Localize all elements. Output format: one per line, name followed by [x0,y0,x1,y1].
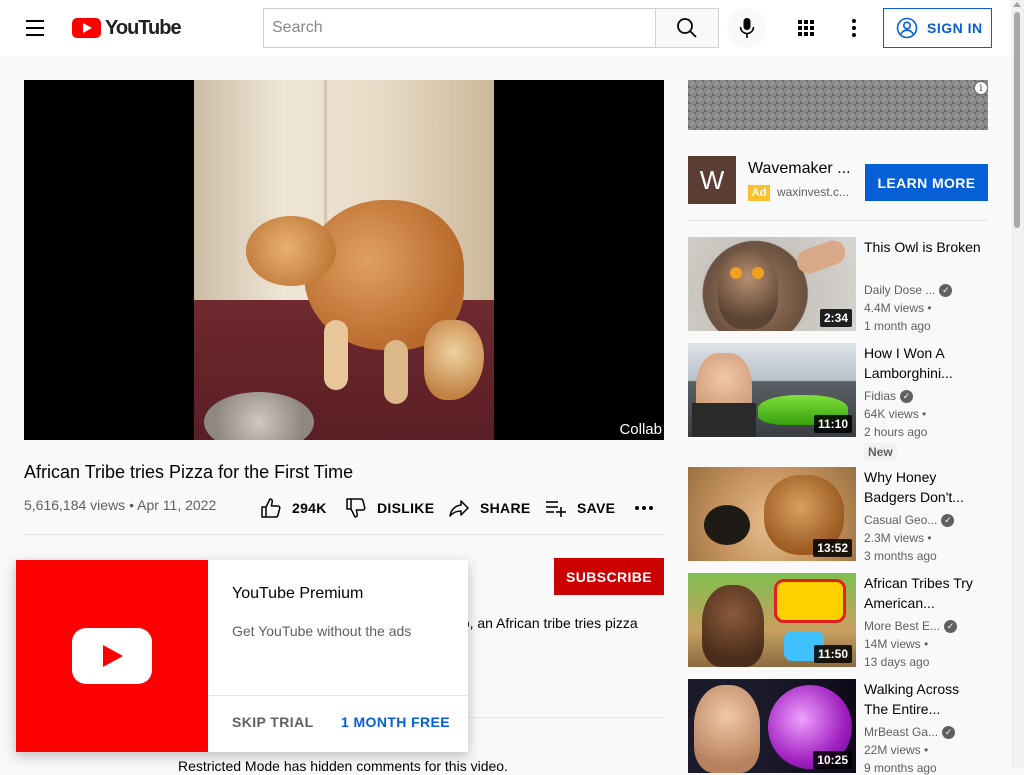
ad-badge: Ad [748,185,770,201]
video-thumbnail[interactable]: 11:50 [688,573,856,667]
video-duration: 10:25 [813,751,852,769]
video-player[interactable]: Collab [24,80,664,440]
video-title[interactable]: Walking Across The Entire... [864,679,984,719]
recommended-video[interactable]: 11:10 How I Won A Lamborghini... Fidias ✓… [688,343,988,461]
advertiser-name: Wavemaker ... [748,160,851,177]
view-count: 14M views • [864,637,929,651]
view-count: 64K views • [864,407,927,421]
recommended-video[interactable]: 13:52 Why Honey Badgers Don't... Casual … [688,467,988,563]
channel-name[interactable]: Fidias ✓ [864,389,914,403]
video-title[interactable]: This Owl is Broken [864,237,984,257]
verified-check-icon: ✓ [900,389,914,403]
youtube-logo[interactable]: YouTube [72,16,182,39]
premium-artwork [16,560,208,752]
microphone-icon [739,18,755,38]
divider [688,220,988,221]
channel-name[interactable]: Casual Geo... ✓ [864,513,955,527]
video-title[interactable]: African Tribes Try American... [864,573,984,613]
verified-check-icon: ✓ [939,283,953,297]
hamburger-menu-icon[interactable] [22,16,50,40]
logo-text: YouTube [105,16,182,39]
channel-name[interactable]: MrBeast Ga... ✓ [864,725,956,739]
account-circle-icon [896,17,918,39]
video-meta: 5,616,184 views • Apr 11, 2022 [24,497,216,513]
video-thumbnail[interactable]: 2:34 [688,237,856,331]
scroll-up-arrow-icon[interactable] [1013,2,1021,7]
upload-date: Apr 11, 2022 [137,497,217,513]
view-count: 22M views • [864,743,929,757]
video-duration: 2:34 [819,309,852,327]
video-duration: 11:50 [813,645,852,663]
verified-check-icon: ✓ [944,619,958,633]
dislike-label: DISLIKE [377,500,435,516]
verified-check-icon: ✓ [941,513,955,527]
video-title[interactable]: How I Won A Lamborghini... [864,343,984,383]
share-button[interactable]: SHARE [448,494,531,522]
video-title[interactable]: Why Honey Badgers Don't... [864,467,984,507]
upload-age: 3 months ago [864,549,937,563]
voice-search-button[interactable] [727,8,767,48]
video-thumbnail[interactable]: 11:10 [688,343,856,437]
search-box [263,8,656,48]
like-count: 294K [292,500,327,516]
apps-grid-icon[interactable] [792,14,820,42]
save-button[interactable]: SAVE [545,494,615,522]
free-trial-button[interactable]: 1 MONTH FREE [329,704,462,740]
learn-more-button[interactable]: LEARN MORE [865,164,988,201]
search-icon [677,18,697,38]
dislike-button[interactable]: DISLIKE [345,494,434,522]
share-arrow-icon [449,500,469,517]
video-watermark: Collab [619,421,662,438]
premium-title: YouTube Premium [232,585,364,602]
advertiser-logo: W [688,156,736,204]
description-snippet: eo, an African tribe tries pizza [454,615,638,631]
search-button[interactable] [655,8,719,48]
upload-age: 1 month ago [864,319,931,333]
video-title: African Tribe tries Pizza for the First … [24,462,354,482]
video-duration: 11:10 [813,415,852,433]
recommended-video[interactable]: 11:50 African Tribes Try American... Mor… [688,573,988,669]
ad-info-icon[interactable]: i [974,81,988,95]
video-thumbnail[interactable]: 10:25 [688,679,856,773]
thumbs-up-icon [261,498,281,518]
save-label: SAVE [577,500,616,516]
sign-in-button[interactable]: SIGN IN [883,8,992,48]
youtube-play-logo-icon [72,18,101,38]
more-options-icon[interactable] [842,14,866,42]
ad-banner-image[interactable] [688,80,988,130]
advertiser-domain: waxinvest.c... [777,185,850,199]
top-bar: YouTube SIGN IN [0,0,1024,56]
sign-in-label: SIGN IN [927,20,983,36]
scrollbar-thumb[interactable] [1014,12,1020,228]
youtube-play-logo-icon [72,628,152,684]
search-input[interactable] [264,9,655,47]
thumbs-down-icon [346,498,366,518]
video-thumbnail[interactable]: 13:52 [688,467,856,561]
meta-separator: • [129,497,134,513]
subscribe-button[interactable]: SUBSCRIBE [554,558,664,595]
upload-age: 13 days ago [864,655,930,669]
upload-age: 9 months ago [864,761,937,775]
view-count: 2.3M views • [864,531,932,545]
upload-age: 2 hours ago [864,425,928,439]
premium-promo-dialog: YouTube Premium Get YouTube without the … [16,560,468,752]
skip-trial-button[interactable]: SKIP TRIAL [220,704,326,740]
more-actions-icon[interactable] [634,494,654,522]
like-button[interactable]: 294K [260,494,327,522]
recommended-video[interactable]: 2:34 This Owl is Broken Daily Dose ... ✓ … [688,237,988,333]
verified-check-icon: ✓ [942,725,956,739]
divider [208,695,468,696]
share-label: SHARE [480,500,531,516]
view-count: 5,616,184 views [24,497,126,513]
new-badge: New [864,443,897,461]
playlist-add-icon [546,501,566,517]
video-duration: 13:52 [813,539,852,557]
channel-name[interactable]: More Best E... ✓ [864,619,958,633]
recommended-video[interactable]: 10:25 Walking Across The Entire... MrBea… [688,679,988,775]
restricted-mode-notice: Restricted Mode has hidden comments for … [178,758,508,774]
premium-subtitle: Get YouTube without the ads [232,623,412,639]
divider [24,534,664,535]
view-count: 4.4M views • [864,301,932,315]
channel-name[interactable]: Daily Dose ... ✓ [864,283,953,297]
